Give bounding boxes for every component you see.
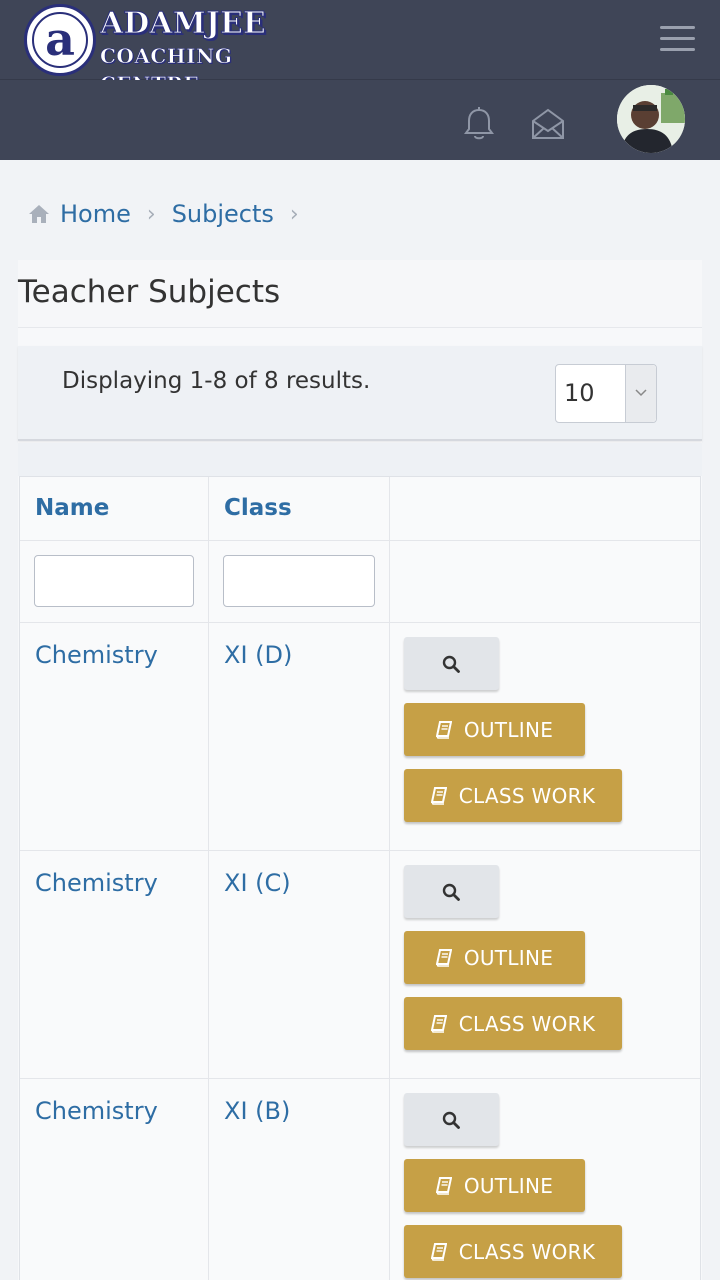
breadcrumb: Home › Subjects › [28, 194, 315, 234]
breadcrumb-home-link[interactable]: Home [60, 200, 131, 228]
class-cell: XI (C) [209, 851, 390, 1078]
name-cell: Chemistry [20, 623, 209, 850]
envelope-icon[interactable] [530, 106, 566, 142]
column-header-name[interactable]: Name [20, 477, 209, 540]
logo-emblem: a [24, 4, 96, 76]
name-cell: Chemistry [20, 851, 209, 1078]
logo-letter: a [45, 12, 75, 66]
page-size-select[interactable]: 10 [555, 364, 657, 423]
filter-cell-empty [390, 541, 700, 622]
search-icon [442, 655, 460, 673]
actions-cell: OUTLINE CLASS WORK [390, 851, 700, 1078]
outline-button[interactable]: OUTLINE [404, 931, 585, 984]
menu-line [660, 48, 695, 51]
table-row: Chemistry XI (C) OUTLINE CLASS WORK [20, 851, 700, 1079]
outline-button[interactable]: OUTLINE [404, 1159, 585, 1212]
view-button[interactable] [404, 1093, 499, 1146]
outline-button-label: OUTLINE [463, 1173, 554, 1198]
spacer-strip [18, 443, 702, 476]
book-icon [435, 720, 452, 739]
class-cell: XI (D) [209, 623, 390, 850]
filter-cell [20, 541, 209, 622]
menu-line [660, 26, 695, 29]
book-icon [430, 1242, 447, 1261]
table-row: Chemistry XI (D) OUTLINE CLASS WORK [20, 623, 700, 851]
results-summary: Displaying 1-8 of 8 results. [62, 368, 371, 394]
brand-logo[interactable]: a ADAMJEE COACHING CENTRE [24, 4, 274, 96]
class-work-button-label: CLASS WORK [458, 783, 596, 808]
table-header-row: Name Class [20, 477, 700, 541]
breadcrumb-subjects-link[interactable]: Subjects [172, 200, 274, 228]
column-header-actions [390, 477, 700, 540]
view-button[interactable] [404, 637, 499, 690]
subject-name-link[interactable]: Chemistry [35, 869, 158, 897]
class-link[interactable]: XI (C) [224, 869, 291, 897]
column-header-class[interactable]: Class [209, 477, 390, 540]
class-work-button-label: CLASS WORK [458, 1239, 596, 1264]
class-link[interactable]: XI (B) [224, 1097, 290, 1125]
subjects-panel: Teacher Subjects Displaying 1-8 of 8 res… [18, 260, 702, 1280]
subject-name-link[interactable]: Chemistry [35, 1097, 158, 1125]
class-work-button[interactable]: CLASS WORK [404, 997, 622, 1050]
user-toolbar [0, 80, 720, 160]
page-size-value: 10 [564, 379, 595, 407]
home-icon [29, 205, 49, 223]
class-filter-input[interactable] [223, 555, 375, 607]
breadcrumb-home[interactable]: Home [28, 200, 131, 228]
subjects-table: Name Class Chemistry XI (D) OUTLINE CLAS… [19, 476, 701, 1280]
table-row: Chemistry XI (B) OUTLINE CLASS WORK [20, 1079, 700, 1280]
chevron-down-icon [625, 365, 656, 422]
search-icon [442, 1111, 460, 1129]
outline-button[interactable]: OUTLINE [404, 703, 585, 756]
brand-title: ADAMJEE [100, 6, 267, 42]
outline-button-label: OUTLINE [463, 945, 554, 970]
page-title: Teacher Subjects [18, 260, 702, 328]
class-work-button-label: CLASS WORK [458, 1011, 596, 1036]
class-work-button[interactable]: CLASS WORK [404, 1225, 622, 1278]
name-filter-input[interactable] [34, 555, 194, 607]
search-icon [442, 883, 460, 901]
book-icon [430, 786, 447, 805]
hamburger-menu-icon[interactable] [656, 22, 698, 56]
user-avatar[interactable] [617, 85, 685, 153]
top-navbar: a ADAMJEE COACHING CENTRE [0, 0, 720, 96]
breadcrumb-separator: › [289, 201, 299, 227]
breadcrumb-separator: › [146, 201, 156, 227]
table-filter-row [20, 541, 700, 623]
view-button[interactable] [404, 865, 499, 918]
outline-button-label: OUTLINE [463, 717, 554, 742]
actions-cell: OUTLINE CLASS WORK [390, 1079, 700, 1280]
class-cell: XI (B) [209, 1079, 390, 1280]
book-icon [435, 948, 452, 967]
subject-name-link[interactable]: Chemistry [35, 641, 158, 669]
book-icon [430, 1014, 447, 1033]
class-work-button[interactable]: CLASS WORK [404, 769, 622, 822]
results-summary-bar: Displaying 1-8 of 8 results. 10 [18, 346, 702, 441]
bell-icon[interactable] [462, 106, 496, 142]
book-icon [435, 1176, 452, 1195]
filter-cell [209, 541, 390, 622]
actions-cell: OUTLINE CLASS WORK [390, 623, 700, 850]
name-cell: Chemistry [20, 1079, 209, 1280]
class-link[interactable]: XI (D) [224, 641, 292, 669]
menu-line [660, 37, 695, 40]
